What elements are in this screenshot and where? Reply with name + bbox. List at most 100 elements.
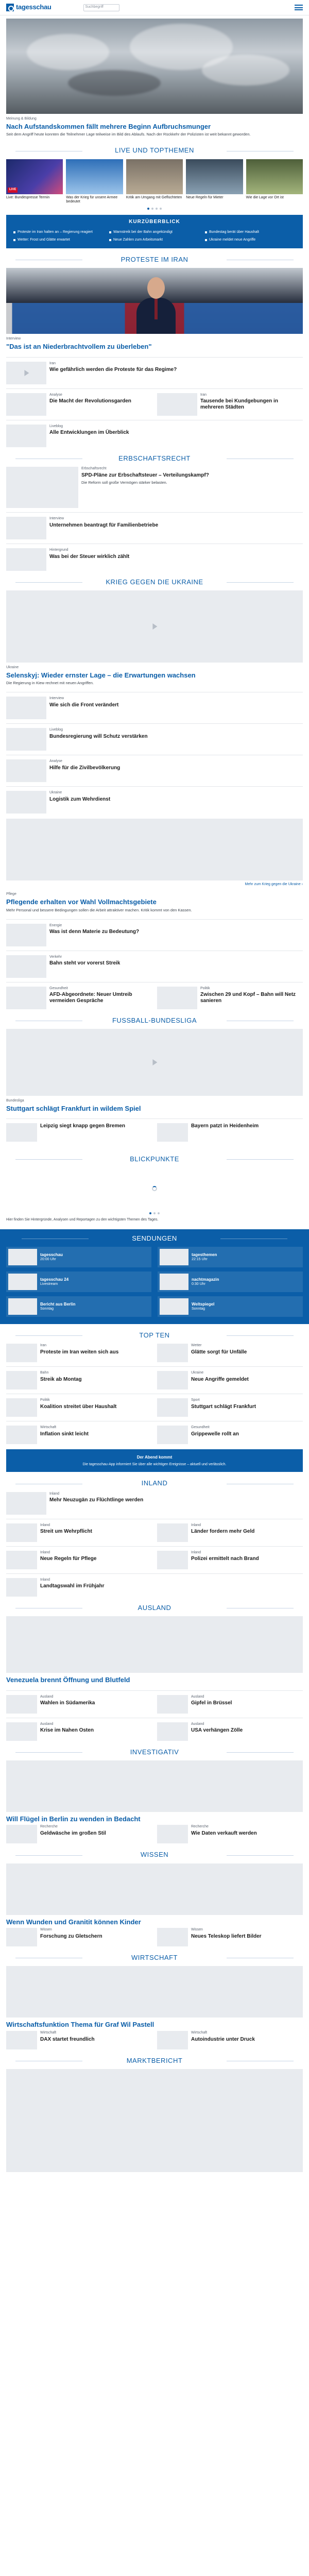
extra-row: Energie Was ist denn Materie zu Bedeutung… (0, 923, 309, 946)
kurz-item[interactable]: Proteste im Iran halten an – Regierung r… (13, 230, 104, 234)
article-teaser[interactable]: Recherche Geldwäsche im großen Stil (6, 1825, 152, 1844)
article-teaser[interactable]: Politik Zwischen 29 und Kopf – Bahn will … (157, 986, 303, 1009)
investigativ-hero-image[interactable] (6, 1760, 303, 1812)
carousel-dots[interactable] (0, 1212, 309, 1214)
site-logo[interactable]: tagesschau (16, 3, 52, 11)
pflege-teaser[interactable]: Pflege Pflegende erhalten vor Wahl Vollm… (0, 889, 309, 914)
sendung-item[interactable]: Bericht aus Berlin Sonntag (6, 1296, 151, 1317)
sendung-item[interactable]: Weltspiegel Sonntag (158, 1296, 303, 1317)
investigativ-headline[interactable]: Will Flügel in Berlin zu wenden in Bedac… (6, 1815, 303, 1823)
inland-section-title: INLAND (0, 1479, 309, 1487)
ukraine-row: Liveblog Bundesregierung will Schutz vers… (0, 728, 309, 751)
ukraine-hero-image[interactable] (6, 590, 303, 663)
hero-headline[interactable]: Nach Aufstandskommen fällt mehrere Begin… (6, 123, 303, 131)
article-teaser[interactable]: Interview Wie sich die Front verändert (6, 697, 303, 720)
hero-text[interactable]: Meinung & Bildung Nach Aufstandskommen f… (0, 114, 309, 139)
article-teaser[interactable]: Erbschaftsrecht SPD-Pläne zur Erbschaftst… (6, 466, 303, 508)
iran-row: Analyse Die Macht der Revolutionsgarden I… (0, 393, 309, 416)
loading-spinner-icon (152, 1185, 157, 1191)
wirtschaft-section-title: ERBSCHAFTSRECHT (0, 454, 309, 463)
wirtschaft2-hero-image[interactable] (6, 1966, 303, 2018)
ukraine-image[interactable] (6, 819, 303, 881)
sendung-item[interactable]: tagesschau 24 Livestream (6, 1272, 151, 1293)
article-teaser[interactable]: Wissen Neues Teleskop liefert Bilder (157, 1928, 303, 1947)
article-teaser[interactable]: Wetter Glätte sorgt für Unfälle (157, 1344, 303, 1363)
article-teaser[interactable]: Inland Streit um Wehrpflicht (6, 1523, 152, 1542)
article-teaser[interactable]: Gesundheit AFD-Abgeordnete: Neuer Umtreib… (6, 986, 152, 1009)
article-teaser[interactable]: Ausland Krise im Nahen Osten (6, 1722, 152, 1741)
kurz-item[interactable]: Bundestag berät über Haushalt (205, 230, 296, 234)
article-teaser[interactable]: Inland Neue Regeln für Pflege (6, 1550, 152, 1569)
wissen-hero-image[interactable] (6, 1863, 303, 1915)
ukraine-hero-text[interactable]: Ukraine Selenskyj: Wieder ernster Lage –… (0, 663, 309, 688)
article-teaser[interactable]: Inland Länder fordern mehr Geld (157, 1523, 303, 1542)
article-teaser[interactable]: Ausland Gipfel in Brüssel (157, 1694, 303, 1714)
article-teaser[interactable]: Wirtschaft Autoindustrie unter Druck (157, 2031, 303, 2050)
iran-headline[interactable]: "Das ist an Niederbrachtvollem zu überle… (6, 343, 303, 351)
kurz-item[interactable]: Warnstreik bei der Bahn angekündigt (109, 230, 200, 234)
wirtschaft2-headline[interactable]: Wirtschaftsfunktion Thema für Graf Wil P… (6, 2021, 303, 2029)
article-teaser[interactable]: Leipzig siegt knapp gegen Bremen (6, 1123, 152, 1142)
kurz-item[interactable]: Wetter: Frost und Glätte erwartet (13, 238, 104, 242)
fussball-hero-text[interactable]: Bundesliga Stuttgart schlägt Frankfurt i… (0, 1096, 309, 1114)
article-teaser[interactable]: Wirtschaft Inflation sinkt leicht (6, 1426, 152, 1445)
article-teaser[interactable]: Recherche Wie Daten verkauft werden (157, 1825, 303, 1844)
marktbericht-widget[interactable] (6, 2069, 303, 2173)
site-header: tagesschau Suchbegriff (0, 0, 309, 15)
blickpunkte-note: Hier finden Sie Hintergründe, Analysen u… (6, 1217, 159, 1222)
article-teaser[interactable]: Liveblog Alle Entwicklungen im Überblick (6, 424, 303, 447)
live-card[interactable]: Kritik am Umgang mit Geflüchteten (126, 159, 183, 205)
article-teaser[interactable]: Energie Was ist denn Materie zu Bedeutung… (6, 923, 303, 946)
article-teaser[interactable]: Analyse Die Macht der Revolutionsgarden (6, 393, 152, 416)
kurz-item[interactable]: Ukraine meldet neue Angriffe (205, 238, 296, 242)
article-teaser[interactable]: Inland Landtagswahl im Frühjahr (6, 1578, 303, 1597)
live-card[interactable]: Neue Regeln für Mieter (186, 159, 243, 205)
article-teaser[interactable]: Bahn Streik ab Montag (6, 1371, 152, 1390)
article-teaser[interactable]: Iran Wie gefährlich werden die Proteste f… (6, 361, 303, 384)
article-teaser[interactable]: Iran Tausende bei Kundgebungen in mehrere… (157, 393, 303, 416)
app-banner[interactable]: Der Abend kommt Die tagesschau-App infor… (6, 1449, 303, 1472)
kurz-item[interactable]: Neue Zahlen zum Arbeitsmarkt (109, 238, 200, 242)
logo-icon[interactable] (6, 4, 14, 11)
live-badge: LIVE (8, 188, 18, 193)
article-teaser[interactable]: Ukraine Logistik zum Wehrdienst (6, 791, 303, 814)
hero-teaser: Seit dem Angriff heute konnten die Teiln… (6, 132, 251, 137)
article-teaser[interactable]: Analyse Hilfe für die Zivilbevölkerung (6, 759, 303, 783)
wissen-headline[interactable]: Wenn Wunden und Granitit können Kinder (6, 1918, 303, 1926)
blickpunkte-section-title: BLICKPUNKTE (0, 1155, 309, 1163)
article-teaser[interactable]: Liveblog Bundesregierung will Schutz vers… (6, 728, 303, 751)
hero-image[interactable] (6, 19, 303, 114)
iran-hero-image[interactable] (6, 268, 303, 334)
ausland-hero-image[interactable] (6, 1616, 303, 1673)
article-teaser[interactable]: Ausland USA verhängen Zölle (157, 1722, 303, 1741)
article-teaser[interactable]: Iran Proteste im Iran weiten sich aus (6, 1344, 152, 1363)
iran-hero-text[interactable]: Interview "Das ist an Niederbrachtvollem… (0, 334, 309, 352)
article-teaser[interactable]: Interview Unternehmen beantragt für Famil… (6, 516, 303, 539)
article-teaser[interactable]: Hintergrund Was bei der Steuer wirklich z… (6, 548, 303, 571)
menu-icon[interactable] (295, 5, 303, 10)
live-card[interactable]: LIVE Live: Bundespresse Termin (6, 159, 63, 205)
article-teaser[interactable]: Gesundheit Grippewelle rollt an (157, 1426, 303, 1445)
article-teaser[interactable]: Verkehr Bahn steht vor vorerst Streik (6, 955, 303, 978)
wissen-section-title: WISSEN (0, 1851, 309, 1859)
article-teaser[interactable]: Bayern patzt in Heidenheim (157, 1123, 303, 1142)
fussball-hero-image[interactable] (6, 1028, 303, 1096)
article-teaser[interactable]: Wirtschaft DAX startet freundlich (6, 2031, 152, 2050)
search-input[interactable]: Suchbegriff (83, 4, 119, 11)
article-teaser[interactable]: Politik Koalition streitet über Haushalt (6, 1398, 152, 1417)
article-teaser[interactable]: Inland Polizei ermittelt nach Brand (157, 1550, 303, 1569)
sendung-item[interactable]: nachtmagazin 0:30 Uhr (158, 1272, 303, 1293)
article-teaser[interactable]: Sport Stuttgart schlägt Frankfurt (157, 1398, 303, 1417)
article-teaser[interactable]: Ausland Wahlen in Südamerika (6, 1694, 152, 1714)
live-card[interactable]: Wie die Lage vor Ort ist (246, 159, 303, 205)
fussball-section-title: FUSSBALL-BUNDESLIGA (0, 1016, 309, 1025)
live-card[interactable]: Was der Krieg für unsere Armee bedeutet (66, 159, 123, 205)
article-teaser[interactable]: Ukraine Neue Angriffe gemeldet (157, 1371, 303, 1390)
sendung-item[interactable]: tagesthemen 22:15 Uhr (158, 1247, 303, 1268)
sendung-item[interactable]: tagesschau 20:00 Uhr (6, 1247, 151, 1268)
carousel-dots[interactable] (0, 208, 309, 210)
ausland-headline[interactable]: Venezuela brennt Öffnung und Blutfeld (6, 1676, 303, 1684)
ukraine-more-link[interactable]: Mehr zum Krieg gegen die Ukraine (0, 880, 309, 889)
article-teaser[interactable]: Wissen Forschung zu Gletschern (6, 1928, 152, 1947)
article-teaser[interactable]: Inland Mehr Neuzugän zu Flüchtlinge werde… (6, 1492, 303, 1515)
